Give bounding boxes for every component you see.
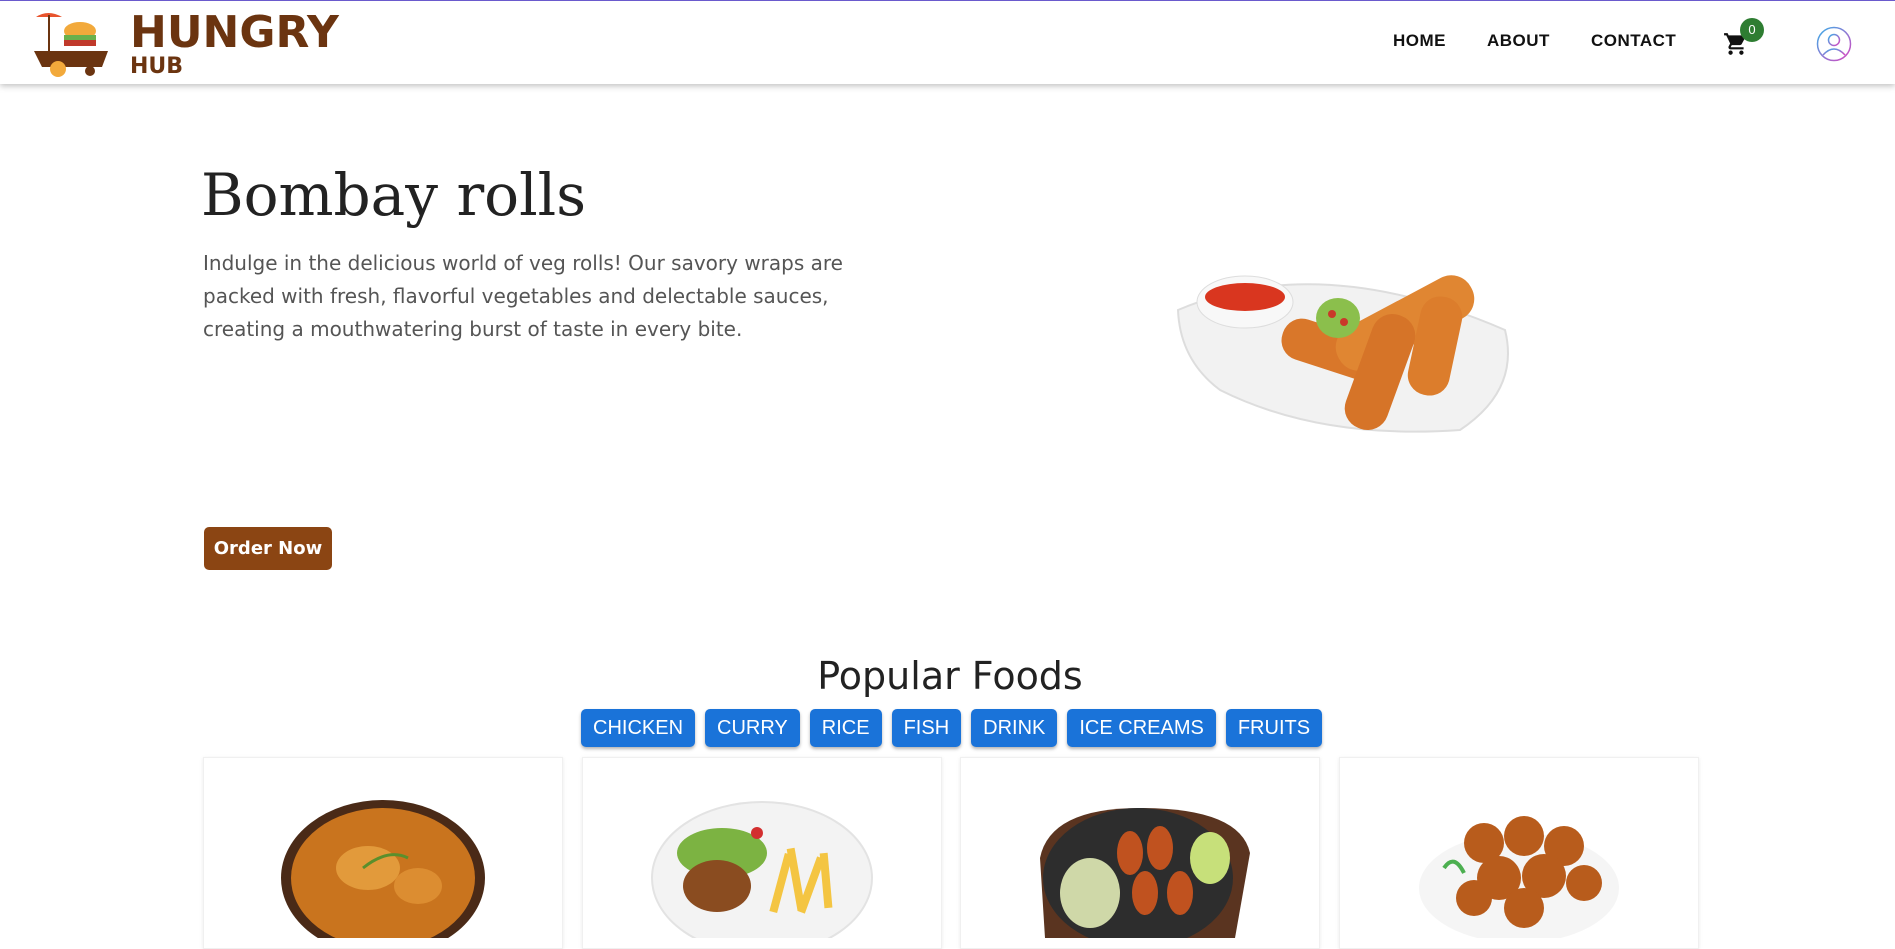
user-avatar-icon[interactable] [1816,26,1852,62]
brand-name: HUNGRY [130,7,339,58]
category-drink-button[interactable]: DRINK [971,709,1058,747]
bombay-rolls-image [1176,275,1509,433]
nav-contact-link[interactable]: CONTACT [1591,31,1676,51]
nav-links: HOME ABOUT CONTACT [1393,31,1717,51]
category-fish-button[interactable]: FISH [891,709,962,747]
hero-description: Indulge in the delicious world of veg ro… [203,251,843,341]
chicken-curry-image [281,800,485,938]
popular-foods-title: Popular Foods [817,654,1083,698]
nav-home-link[interactable]: HOME [1393,31,1446,51]
fried-chicken-image [1419,816,1619,938]
food-card[interactable] [582,757,942,949]
category-fruits-button[interactable]: FRUITS [1225,709,1323,747]
category-curry-button[interactable]: CURRY [705,709,800,747]
tandoori-chicken-image [1040,808,1250,938]
category-chicken-button[interactable]: CHICKEN [581,709,696,747]
navbar: HUNGRY HUB HOME ABOUT CONTACT 0 [0,0,1895,84]
food-card[interactable] [203,757,563,949]
brand-subname: HUB [130,54,184,79]
food-card[interactable] [960,757,1320,949]
food-cart-logo-icon [34,13,108,77]
brand-logo[interactable]: HUNGRY HUB [32,9,339,79]
cart-count-badge: 0 [1740,18,1764,42]
category-rice-button[interactable]: RICE [809,709,882,747]
category-ice-creams-button[interactable]: ICE CREAMS [1067,709,1216,747]
food-card[interactable] [1339,757,1699,949]
hero-title: Bombay rolls [201,161,586,229]
order-now-button[interactable]: Order Now [204,527,332,570]
chicken-fries-plate-image [651,801,873,938]
category-filter-bar: CHICKEN CURRY RICE FISH DRINK ICE CREAMS… [581,709,1332,747]
nav-about-link[interactable]: ABOUT [1487,31,1550,51]
